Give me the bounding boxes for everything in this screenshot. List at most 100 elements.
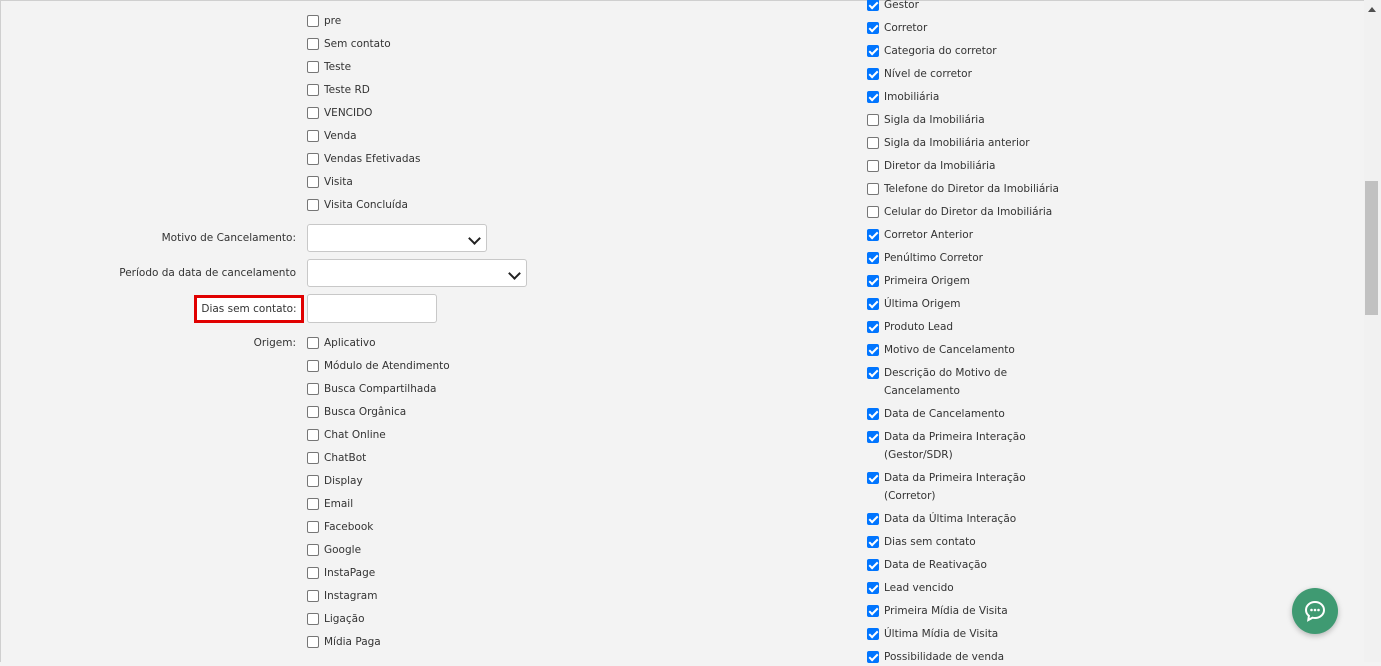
checkbox-checked[interactable] (867, 91, 879, 103)
checkbox[interactable] (867, 206, 879, 218)
checkbox-item-telefone-do-diretor-da-imobiliaria[interactable]: Telefone do Diretor da Imobiliária (867, 180, 1059, 198)
checkbox[interactable] (307, 360, 319, 372)
checkbox-item-lead-vencido[interactable]: Lead vencido (867, 579, 954, 597)
checkbox-checked[interactable] (867, 651, 879, 663)
checkbox-item-venda[interactable]: Venda (307, 127, 357, 145)
checkbox-item-pre[interactable]: pre (307, 12, 341, 30)
checkbox[interactable] (307, 130, 319, 142)
checkbox-item-data-de-reativacao[interactable]: Data de Reativação (867, 556, 987, 574)
periodo-cancelamento-select[interactable] (307, 259, 527, 287)
checkbox[interactable] (307, 636, 319, 648)
checkbox-item-corretor-anterior[interactable]: Corretor Anterior (867, 226, 973, 244)
checkbox[interactable] (307, 199, 319, 211)
checkbox[interactable] (307, 84, 319, 96)
checkbox-item-sigla-da-imobiliaria[interactable]: Sigla da Imobiliária (867, 111, 985, 129)
checkbox-checked[interactable] (867, 229, 879, 241)
checkbox-item-penultimo-corretor[interactable]: Penúltimo Corretor (867, 249, 983, 267)
checkbox-item-vendas-efetivadas[interactable]: Vendas Efetivadas (307, 150, 420, 168)
checkbox-checked[interactable] (867, 344, 879, 356)
checkbox-item-chat-online[interactable]: Chat Online (307, 426, 386, 444)
checkbox-checked[interactable] (867, 559, 879, 571)
checkbox-item-gestor[interactable]: Gestor (867, 0, 919, 14)
checkbox[interactable] (307, 383, 319, 395)
checkbox[interactable] (307, 544, 319, 556)
checkbox-checked[interactable] (867, 68, 879, 80)
checkbox[interactable] (867, 183, 879, 195)
checkbox-item-instapage[interactable]: InstaPage (307, 564, 375, 582)
checkbox-item-ligacao[interactable]: Ligação (307, 610, 365, 628)
checkbox[interactable] (307, 429, 319, 441)
checkbox-item-busca-organica[interactable]: Busca Orgânica (307, 403, 406, 421)
checkbox[interactable] (867, 137, 879, 149)
checkbox[interactable] (307, 176, 319, 188)
checkbox-item-data-da-primeira-interacao-gestor-sdr[interactable]: Data da Primeira Interação (Gestor/SDR) (867, 428, 1034, 464)
checkbox[interactable] (307, 107, 319, 119)
chat-button[interactable] (1292, 588, 1338, 634)
checkbox-item-visita[interactable]: Visita (307, 173, 353, 191)
checkbox-item-display[interactable]: Display (307, 472, 363, 490)
checkbox[interactable] (307, 15, 319, 27)
checkbox[interactable] (867, 160, 879, 172)
checkbox-checked[interactable] (867, 298, 879, 310)
checkbox-checked[interactable] (867, 536, 879, 548)
dias-sem-contato-input[interactable] (307, 294, 437, 323)
checkbox-item-data-da-primeira-interacao-corretor[interactable]: Data da Primeira Interação (Corretor) (867, 469, 1034, 505)
checkbox-checked[interactable] (867, 513, 879, 525)
checkbox[interactable] (307, 38, 319, 50)
checkbox-checked[interactable] (867, 628, 879, 640)
checkbox-item-primeira-midia-de-visita[interactable]: Primeira Mídia de Visita (867, 602, 1008, 620)
checkbox-item-modulo-de-atendimento[interactable]: Módulo de Atendimento (307, 357, 450, 375)
checkbox-item-aplicativo[interactable]: Aplicativo (307, 334, 376, 352)
scrollbar-thumb[interactable] (1365, 181, 1378, 315)
checkbox[interactable] (867, 114, 879, 126)
checkbox-item-midia-paga[interactable]: Mídia Paga (307, 633, 381, 651)
checkbox-item-teste[interactable]: Teste (307, 58, 351, 76)
checkbox-item-possibilidade-de-venda[interactable]: Possibilidade de venda (867, 648, 1004, 666)
checkbox-item-chatbot[interactable]: ChatBot (307, 449, 366, 467)
checkbox-checked[interactable] (867, 321, 879, 333)
checkbox-item-nivel-de-corretor[interactable]: Nível de corretor (867, 65, 972, 83)
checkbox-item-dias-sem-contato[interactable]: Dias sem contato (867, 533, 976, 551)
checkbox-item-email[interactable]: Email (307, 495, 353, 513)
checkbox-item-categoria-do-corretor[interactable]: Categoria do corretor (867, 42, 997, 60)
checkbox-checked[interactable] (867, 22, 879, 34)
checkbox-item-descricao-do-motivo-de-cancelamento[interactable]: Descrição do Motivo de Cancelamento (867, 364, 1034, 400)
checkbox-item-visita-concluida[interactable]: Visita Concluída (307, 196, 408, 214)
checkbox[interactable] (307, 153, 319, 165)
checkbox[interactable] (307, 475, 319, 487)
checkbox-item-sem-contato[interactable]: Sem contato (307, 35, 391, 53)
checkbox-item-motivo-de-cancelamento[interactable]: Motivo de Cancelamento (867, 341, 1015, 359)
checkbox-item-celular-do-diretor-da-imobiliaria[interactable]: Celular do Diretor da Imobiliária (867, 203, 1052, 221)
checkbox-checked[interactable] (867, 472, 879, 484)
checkbox-item-ultima-midia-de-visita[interactable]: Última Mídia de Visita (867, 625, 998, 643)
checkbox-item-teste-rd[interactable]: Teste RD (307, 81, 370, 99)
checkbox-checked[interactable] (867, 275, 879, 287)
checkbox-checked[interactable] (867, 252, 879, 264)
checkbox[interactable] (307, 521, 319, 533)
checkbox-checked[interactable] (867, 582, 879, 594)
checkbox-checked[interactable] (867, 0, 879, 11)
checkbox-item-data-de-cancelamento[interactable]: Data de Cancelamento (867, 405, 1005, 423)
vertical-scrollbar[interactable] (1364, 0, 1381, 662)
checkbox[interactable] (307, 567, 319, 579)
checkbox-checked[interactable] (867, 431, 879, 443)
checkbox[interactable] (307, 613, 319, 625)
checkbox-checked[interactable] (867, 605, 879, 617)
checkbox-item-facebook[interactable]: Facebook (307, 518, 373, 536)
checkbox[interactable] (307, 406, 319, 418)
checkbox-item-google[interactable]: Google (307, 541, 361, 559)
checkbox-item-produto-lead[interactable]: Produto Lead (867, 318, 953, 336)
checkbox-item-corretor[interactable]: Corretor (867, 19, 927, 37)
checkbox-checked[interactable] (867, 367, 879, 379)
checkbox[interactable] (307, 337, 319, 349)
checkbox[interactable] (307, 61, 319, 73)
checkbox-checked[interactable] (867, 408, 879, 420)
checkbox-item-ultima-origem[interactable]: Última Origem (867, 295, 961, 313)
checkbox-item-vencido[interactable]: VENCIDO (307, 104, 372, 122)
checkbox-item-imobiliaria[interactable]: Imobiliária (867, 88, 939, 106)
checkbox-item-instagram[interactable]: Instagram (307, 587, 377, 605)
checkbox[interactable] (307, 452, 319, 464)
scroll-up-icon[interactable] (1368, 7, 1376, 12)
checkbox-item-sigla-da-imobiliaria-anterior[interactable]: Sigla da Imobiliária anterior (867, 134, 1030, 152)
checkbox-item-primeira-origem[interactable]: Primeira Origem (867, 272, 970, 290)
